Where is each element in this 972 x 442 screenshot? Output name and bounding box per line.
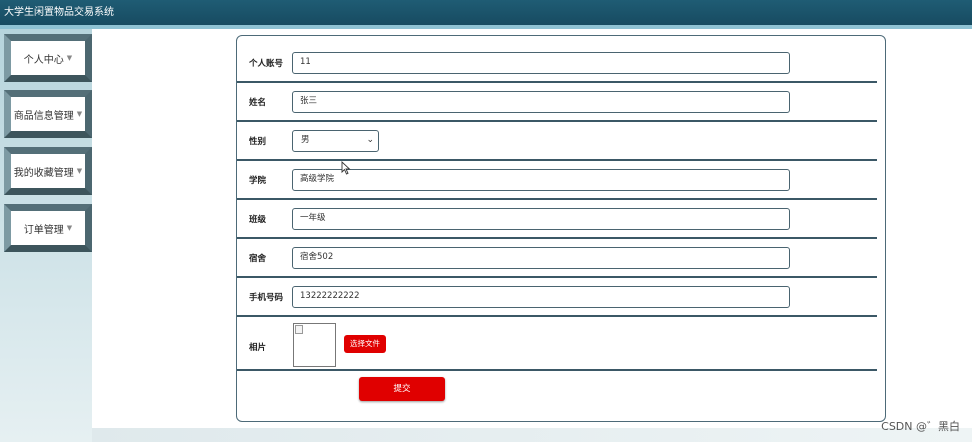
gender-select-value: 男	[301, 135, 310, 145]
photo-preview	[293, 323, 336, 367]
mouse-pointer-icon	[341, 161, 351, 175]
sidebar-item-label: 个人中心	[23, 54, 64, 66]
submit-button[interactable]: 提交	[359, 377, 445, 401]
header-divider	[0, 25, 972, 29]
photo-label: 相片	[249, 343, 267, 353]
row-divider	[237, 315, 877, 317]
sidebar: 个人中心 ▼ 商品信息管理 ▼ 我的收藏管理 ▼ 订单管理 ▼	[0, 29, 92, 442]
class-input[interactable]: 一年级	[292, 208, 790, 230]
form-row-gender: 性别 男 ⌄	[237, 122, 883, 161]
caret-down-icon: ▼	[66, 54, 73, 62]
sidebar-item-personal-center[interactable]: 个人中心 ▼	[4, 34, 92, 82]
caret-down-icon: ▼	[76, 110, 83, 118]
footer-strip	[92, 428, 972, 442]
account-input[interactable]: 11	[292, 52, 790, 74]
gender-select[interactable]: 男 ⌄	[292, 130, 379, 152]
sidebar-item-label: 商品信息管理	[13, 110, 74, 122]
sidebar-item-label: 我的收藏管理	[13, 167, 74, 179]
profile-form: 个人账号 11 姓名 张三 性别 男 ⌄ 学院 高级学院 班级 一年级 宿舍 宿…	[236, 35, 886, 422]
field-label: 宿舍	[249, 254, 267, 264]
watermark: CSDN @゛黑白	[881, 420, 960, 433]
caret-down-icon: ▼	[76, 167, 83, 175]
caret-down-icon: ▼	[66, 224, 73, 232]
chevron-down-icon: ⌄	[366, 135, 374, 145]
sidebar-item-label: 订单管理	[23, 224, 64, 236]
name-input[interactable]: 张三	[292, 91, 790, 113]
sidebar-item-goods-management[interactable]: 商品信息管理 ▼	[4, 90, 92, 138]
form-row-phone: 手机号码 13222222222	[237, 278, 883, 317]
field-label: 学院	[249, 176, 267, 186]
app-header: 大学生闲置物品交易系统	[0, 0, 972, 25]
app-title: 大学生闲置物品交易系统	[4, 7, 114, 18]
sidebar-item-order-management[interactable]: 订单管理 ▼	[4, 204, 92, 252]
form-row-account: 个人账号 11	[237, 44, 883, 83]
broken-image-icon	[295, 325, 303, 334]
field-label: 性别	[249, 137, 267, 147]
choose-file-button[interactable]: 选择文件	[344, 335, 386, 353]
form-row-class: 班级 一年级	[237, 200, 883, 239]
form-row-dorm: 宿舍 宿舍502	[237, 239, 883, 278]
dorm-input[interactable]: 宿舍502	[292, 247, 790, 269]
field-label: 班级	[249, 215, 267, 225]
field-label: 姓名	[249, 98, 267, 108]
form-row-college: 学院 高级学院	[237, 161, 883, 200]
form-row-name: 姓名 张三	[237, 83, 883, 122]
row-divider	[237, 369, 877, 371]
phone-input[interactable]: 13222222222	[292, 286, 790, 308]
college-input[interactable]: 高级学院	[292, 169, 790, 191]
sidebar-item-favorites-management[interactable]: 我的收藏管理 ▼	[4, 147, 92, 195]
field-label: 手机号码	[249, 293, 284, 303]
field-label: 个人账号	[249, 59, 284, 69]
